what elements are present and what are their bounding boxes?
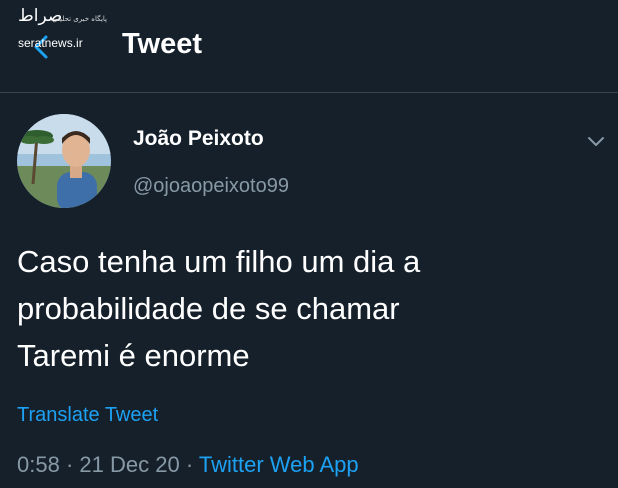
author-handle[interactable]: @ojoaopeixoto99: [133, 175, 289, 198]
chevron-down-icon[interactable]: [585, 134, 607, 150]
tweet-time: 0:58: [17, 452, 60, 477]
translate-tweet-link[interactable]: Translate Tweet: [17, 404, 158, 427]
tweet-text-line: Caso tenha um filho um dia a: [17, 244, 421, 279]
tweet-date: 21 Dec 20: [79, 452, 180, 477]
page-title: Tweet: [122, 28, 203, 60]
tweet-text-line: Taremi é enorme: [17, 338, 250, 373]
tweet-meta: 0:58 · 21 Dec 20 · Twitter Web App: [17, 452, 359, 478]
tweet-source-link[interactable]: Twitter Web App: [199, 452, 359, 477]
watermark-site: seratnews.ir: [18, 36, 83, 50]
avatar-image: [17, 114, 111, 208]
author-name[interactable]: João Peixoto: [133, 127, 264, 151]
meta-separator: ·: [185, 452, 194, 477]
meta-separator: ·: [65, 452, 74, 477]
tweet-text: Caso tenha um filho um dia a probabilida…: [17, 238, 607, 379]
avatar[interactable]: [17, 114, 111, 208]
tweet-text-line: probabilidade de se chamar: [17, 291, 400, 326]
top-bar: صراط پایگاه خبری تحلیلی seratnews.ir Twe…: [0, 0, 618, 93]
watermark-tagline: پایگاه خبری تحلیلی: [52, 15, 107, 23]
